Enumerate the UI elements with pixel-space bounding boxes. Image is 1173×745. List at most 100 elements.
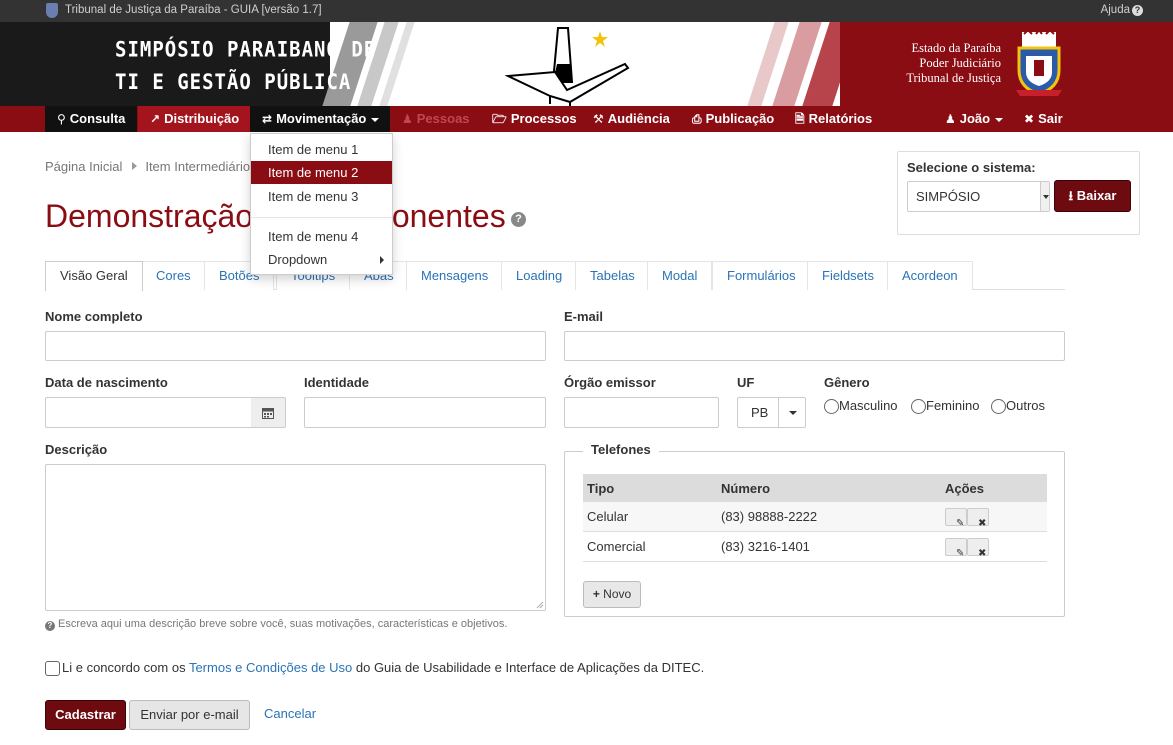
delete-button[interactable]: ✖	[967, 508, 989, 529]
tab-visao-geral[interactable]: Visão Geral	[45, 261, 143, 291]
top-bar: Tribunal de Justiça da Paraíba - GUIA [v…	[0, 0, 1173, 22]
nav-audiencia[interactable]: ⚒ Audiência	[581, 106, 682, 132]
chevron-down-icon	[789, 411, 797, 415]
banner-right	[840, 22, 1173, 106]
description-textarea[interactable]	[45, 464, 546, 611]
print-icon: ⎙	[692, 112, 702, 126]
dropdown-item-1[interactable]: Item de menu 1	[251, 138, 392, 161]
movimentacao-dropdown-menu: Item de menu 1 Item de menu 2 Item de me…	[250, 133, 393, 275]
terms-checkbox[interactable]	[45, 661, 60, 676]
event-title-line1: SIMPÓSIO PARAIBANO DE	[115, 37, 377, 62]
dropdown-item-4[interactable]: Item de menu 4	[251, 225, 392, 248]
dropdown-submenu[interactable]: Dropdown	[251, 248, 392, 271]
nav-processos-label: Processos	[510, 111, 577, 126]
select-arrow-icon[interactable]	[1040, 182, 1049, 211]
users-icon: ♟	[402, 112, 413, 126]
dropdown-item-2[interactable]: Item de menu 2	[251, 161, 392, 184]
event-logo-text: SIMPÓSIO PARAIBANO DE TI E GESTÃO PÚBLIC…	[115, 34, 376, 99]
phone-number: (83) 3216-1401	[721, 539, 810, 554]
tab-mensagens[interactable]: Mensagens	[406, 261, 504, 290]
close-circle-icon: ✖	[1024, 112, 1035, 126]
gender-feminino-label: Feminino	[926, 398, 980, 413]
submit-button[interactable]: Cadastrar	[45, 700, 126, 730]
download-icon: ⭳	[1068, 188, 1074, 203]
coat-of-arms-icon	[1016, 30, 1062, 96]
calendar-button[interactable]	[251, 397, 286, 428]
monument-icon	[505, 27, 630, 106]
user-icon: ♟	[945, 112, 956, 126]
gender-masculino-label: Masculino	[839, 398, 898, 413]
birth-date-label: Data de nascimento	[45, 375, 168, 390]
logout-label: Sair	[1038, 111, 1063, 126]
identity-label: Identidade	[304, 375, 370, 390]
tab-fieldsets[interactable]: Fieldsets	[807, 261, 890, 290]
breadcrumb-current: Item Intermediário	[145, 159, 251, 174]
nav-consulta[interactable]: ⚲ Consulta	[45, 106, 138, 132]
pencil-icon: ✎	[956, 518, 965, 529]
delete-button[interactable]: ✖	[967, 538, 989, 559]
edit-button[interactable]: ✎	[945, 508, 967, 529]
chevron-down-icon	[371, 117, 380, 122]
chevron-right-icon	[132, 162, 138, 170]
nav-distribuicao-label: Distribuição	[164, 111, 240, 126]
close-icon: ✖	[978, 518, 987, 529]
tab-cores[interactable]: Cores	[141, 261, 206, 290]
uf-select[interactable]: PB	[737, 397, 806, 428]
org-line3: Tribunal de Justiça	[906, 71, 1001, 85]
email-input[interactable]	[564, 331, 1065, 361]
file-text-icon: 🗎	[795, 112, 805, 126]
tab-tabelas[interactable]: Tabelas	[575, 261, 650, 290]
nav-distribuicao[interactable]: ↗ Distribuição	[138, 106, 252, 132]
app-title: Tribunal de Justiça da Paraíba - GUIA [v…	[65, 4, 322, 16]
birth-date-input[interactable]	[45, 397, 252, 428]
org-line2: Poder Judiciário	[919, 56, 1001, 70]
nav-movimentacao[interactable]: ⇄ Movimentação	[250, 106, 390, 132]
nav-movimentacao-label: Movimentação	[276, 111, 367, 126]
nav-publicacao-label: Publicação	[705, 111, 775, 126]
tab-modal[interactable]: Modal	[647, 261, 713, 290]
exchange-icon: ⇄	[262, 112, 273, 126]
download-button[interactable]: ⭳ Baixar	[1054, 180, 1131, 212]
tab-loading[interactable]: Loading	[501, 261, 578, 290]
gender-option-masculino[interactable]: Masculino	[824, 398, 898, 415]
nav-pessoas[interactable]: ♟ Pessoas	[390, 106, 482, 132]
breadcrumb: Página Inicial Item Intermediário	[45, 159, 250, 174]
radio-outros[interactable]	[991, 399, 1006, 415]
system-select[interactable]: SIMPÓSIO	[907, 181, 1050, 212]
question-icon: ?	[1132, 5, 1143, 16]
header-numero: Número	[721, 481, 771, 496]
identity-input[interactable]	[304, 397, 546, 428]
name-label: Nome completo	[45, 309, 143, 324]
gender-option-feminino[interactable]: Feminino	[911, 398, 980, 415]
banner: SIMPÓSIO PARAIBANO DE TI E GESTÃO PÚBLIC…	[0, 22, 1173, 106]
nav-publicacao[interactable]: ⎙ Publicação	[680, 106, 786, 132]
resize-handle-icon[interactable]	[536, 601, 544, 609]
logout-button[interactable]: ✖ Sair	[1012, 106, 1075, 132]
help-link[interactable]: Ajuda?	[1101, 4, 1143, 16]
radio-feminino[interactable]	[911, 399, 926, 415]
edit-button[interactable]: ✎	[945, 538, 967, 559]
new-phone-button[interactable]: + Novo	[583, 581, 641, 608]
table-row: Celular (83) 98888-2222 ✎ ✖	[583, 502, 1047, 532]
nav-relatorios[interactable]: 🗎 Relatórios	[783, 106, 884, 132]
user-name: João	[959, 111, 991, 126]
calendar-icon	[262, 408, 274, 419]
radio-masculino[interactable]	[824, 399, 839, 415]
breadcrumb-home[interactable]: Página Inicial	[45, 159, 122, 174]
pencil-icon: ✎	[956, 548, 965, 559]
tab-formularios[interactable]: Formulários	[712, 261, 811, 290]
phone-type: Comercial	[587, 539, 646, 554]
terms-link[interactable]: Termos e Condições de Uso	[189, 660, 352, 675]
tab-acordeon[interactable]: Acordeon	[887, 261, 973, 290]
user-menu[interactable]: ♟ João	[933, 106, 1015, 132]
event-title-line2: TI E GESTÃO PÚBLICA	[115, 69, 352, 95]
description-help: ? Escreva aqui uma descrição breve sobre …	[45, 618, 507, 631]
issuer-input[interactable]	[564, 397, 719, 428]
gender-option-outros[interactable]: Outros	[991, 398, 1045, 415]
cancel-link[interactable]: Cancelar	[264, 706, 316, 721]
question-icon[interactable]: ?	[511, 212, 526, 227]
send-email-button[interactable]: Enviar por e-mail	[129, 700, 250, 730]
dropdown-item-3[interactable]: Item de menu 3	[251, 185, 392, 208]
nav-processos[interactable]: 🗁 Processos	[480, 106, 589, 132]
name-input[interactable]	[45, 331, 546, 361]
